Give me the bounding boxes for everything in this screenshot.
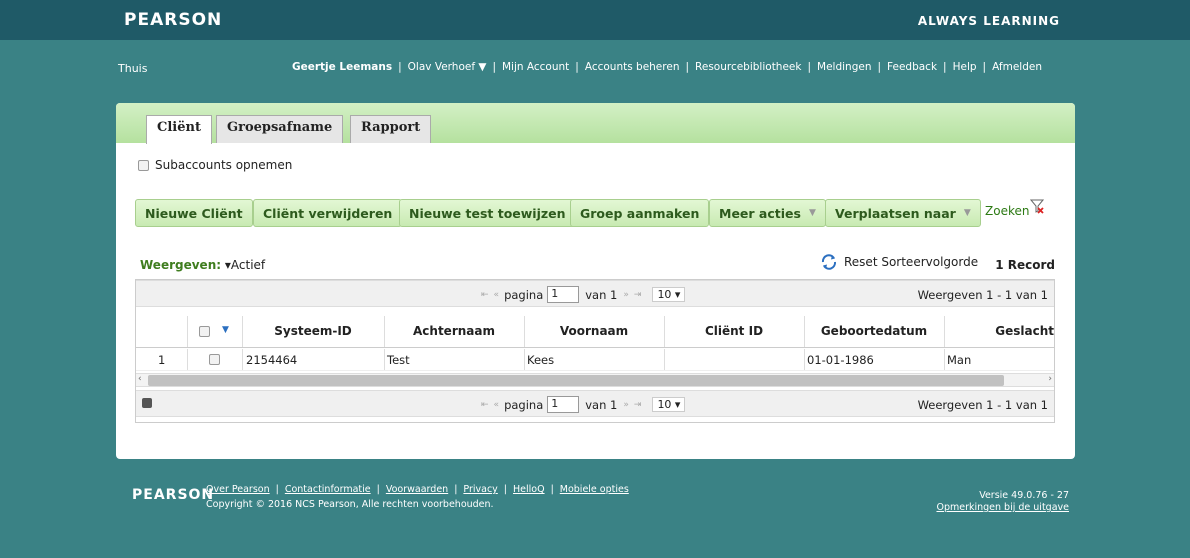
manage-accounts-link[interactable]: Accounts beheren (585, 61, 680, 73)
more-actions-button[interactable]: Meer acties ▼ (709, 199, 826, 227)
view-filter-label: Weergeven: (140, 258, 222, 272)
prev-page-icon[interactable]: « (494, 400, 500, 410)
cell-geslacht: Man (947, 353, 972, 367)
scroll-left-icon[interactable]: ‹ (138, 374, 142, 384)
tagline: ALWAYS LEARNING (917, 14, 1060, 28)
subaccounts-label: Subaccounts opnemen (155, 158, 293, 172)
help-link[interactable]: Help (953, 61, 977, 73)
col-voornaam[interactable]: Voornaam (524, 324, 664, 338)
tab-group-assessment[interactable]: Groepsafname (216, 115, 344, 143)
assign-test-button[interactable]: Nieuwe test toewijzen (399, 199, 576, 227)
home-link[interactable]: Thuis (118, 62, 147, 75)
select-all-checkbox[interactable] (199, 326, 210, 337)
helloq-link[interactable]: HelloQ (513, 484, 545, 495)
version: Versie 49.0.76 - 27 (979, 490, 1069, 501)
page-label: pagina (504, 397, 544, 412)
subaccounts-option[interactable]: Subaccounts opnemen (138, 158, 292, 172)
last-page-icon[interactable]: ⇥ (634, 290, 642, 300)
row-index: 1 (158, 353, 166, 367)
user-switch-menu[interactable]: Olav Verhoef ▼ (408, 61, 487, 73)
footer-links: Over Pearson | Contactinformatie | Voorwaard… (206, 484, 629, 495)
page-size-select[interactable]: 10 ▾ (652, 397, 686, 412)
page-of-label: van 1 (585, 397, 618, 412)
select-menu-icon[interactable]: ▼ (222, 325, 229, 335)
pearson-logo: PEARSON (124, 10, 223, 30)
cell-geboortedatum: 01-01-1986 (807, 353, 874, 367)
scrollbar-thumb[interactable] (148, 375, 1004, 386)
col-systeem-id[interactable]: Systeem-ID (242, 324, 384, 338)
move-to-button[interactable]: Verplaatsen naar ▼ (825, 199, 981, 227)
client-grid: ⇤ « pagina 1 van 1 » ⇥ 10 ▾ Weergeven 1 … (135, 279, 1055, 423)
main-panel: Cliënt Groepsafname Rapport Subaccounts … (116, 103, 1075, 459)
row-checkbox[interactable] (209, 354, 220, 365)
col-achternaam[interactable]: Achternaam (384, 324, 524, 338)
cell-systeem-id: 2154464 (246, 353, 298, 367)
col-geslacht[interactable]: Geslacht (944, 324, 1056, 338)
reset-sort-button[interactable]: Reset Sorteervolgorde (820, 253, 978, 271)
clear-filter-icon[interactable] (1030, 199, 1044, 214)
grid-options-icon[interactable] (142, 398, 152, 408)
view-filter[interactable]: Weergeven: ▾Actief (140, 258, 265, 272)
view-filter-value[interactable]: ▾Actief (225, 258, 265, 272)
record-count: 1 Record (995, 258, 1055, 272)
horizontal-scrollbar[interactable]: ‹ › (136, 373, 1054, 387)
first-page-icon[interactable]: ⇤ (481, 290, 489, 300)
new-client-button[interactable]: Nieuwe Cliënt (135, 199, 253, 227)
privacy-link[interactable]: Privacy (463, 484, 497, 495)
page-size-select[interactable]: 10 ▾ (652, 287, 686, 302)
user-navigation: Geertje Leemans | Olav Verhoef ▼ | Mijn Acco… (292, 61, 1042, 73)
page-of-label: van 1 (585, 287, 618, 302)
tab-client[interactable]: Cliënt (146, 115, 212, 144)
subaccounts-checkbox[interactable] (138, 159, 149, 171)
prev-page-icon[interactable]: « (494, 290, 500, 300)
chevron-down-icon: ▼ (963, 208, 971, 218)
bottom-pager: ⇤ « pagina 1 van 1 » ⇥ 10 ▾ Weergeven 1 … (136, 390, 1054, 417)
mobile-options-link[interactable]: Mobiele opties (560, 484, 629, 495)
col-client-id[interactable]: Cliënt ID (664, 324, 804, 338)
table-header: ▼ Systeem-ID Achternaam Voornaam Cliënt … (136, 316, 1054, 348)
create-group-button[interactable]: Groep aanmaken (570, 199, 710, 227)
about-pearson-link[interactable]: Over Pearson (206, 484, 270, 495)
view-range: Weergeven 1 - 1 van 1 (917, 398, 1048, 412)
my-account-link[interactable]: Mijn Account (502, 61, 569, 73)
view-range: Weergeven 1 - 1 van 1 (917, 288, 1048, 302)
current-user: Geertje Leemans (292, 61, 393, 73)
delete-client-button[interactable]: Cliënt verwijderen (253, 199, 403, 227)
chevron-down-icon: ▼ (808, 208, 816, 218)
search-link[interactable]: Zoeken (985, 204, 1029, 218)
col-geboortedatum[interactable]: Geboortedatum (804, 324, 944, 338)
next-page-icon[interactable]: » (623, 290, 629, 300)
cell-achternaam: Test (387, 353, 410, 367)
first-page-icon[interactable]: ⇤ (481, 400, 489, 410)
page-input[interactable]: 1 (547, 396, 580, 413)
terms-link[interactable]: Voorwaarden (386, 484, 448, 495)
next-page-icon[interactable]: » (623, 400, 629, 410)
footer-logo: PEARSON (132, 487, 215, 503)
last-page-icon[interactable]: ⇥ (634, 400, 642, 410)
scroll-right-icon[interactable]: › (1048, 374, 1052, 384)
reset-sort-label: Reset Sorteervolgorde (844, 255, 979, 269)
cell-voornaam: Kees (527, 353, 555, 367)
contact-link[interactable]: Contactinformatie (285, 484, 371, 495)
feedback-link[interactable]: Feedback (887, 61, 937, 73)
notifications-link[interactable]: Meldingen (817, 61, 871, 73)
table-row[interactable]: 1 2154464 Test Kees 01-01-1986 Man (136, 349, 1054, 371)
page-input[interactable]: 1 (547, 286, 580, 303)
resource-library-link[interactable]: Resourcebibliotheek (695, 61, 801, 73)
refresh-icon (821, 254, 837, 270)
copyright: Copyright © 2016 NCS Pearson, Alle recht… (206, 499, 494, 510)
logout-link[interactable]: Afmelden (992, 61, 1042, 73)
top-banner: PEARSON ALWAYS LEARNING (0, 0, 1190, 40)
tab-bar: Cliënt Groepsafname Rapport (116, 103, 1075, 144)
page-label: pagina (504, 287, 544, 302)
release-notes-link[interactable]: Opmerkingen bij de uitgave (936, 502, 1069, 513)
top-pager: ⇤ « pagina 1 van 1 » ⇥ 10 ▾ Weergeven 1 … (136, 280, 1054, 307)
tab-report[interactable]: Rapport (350, 115, 432, 143)
